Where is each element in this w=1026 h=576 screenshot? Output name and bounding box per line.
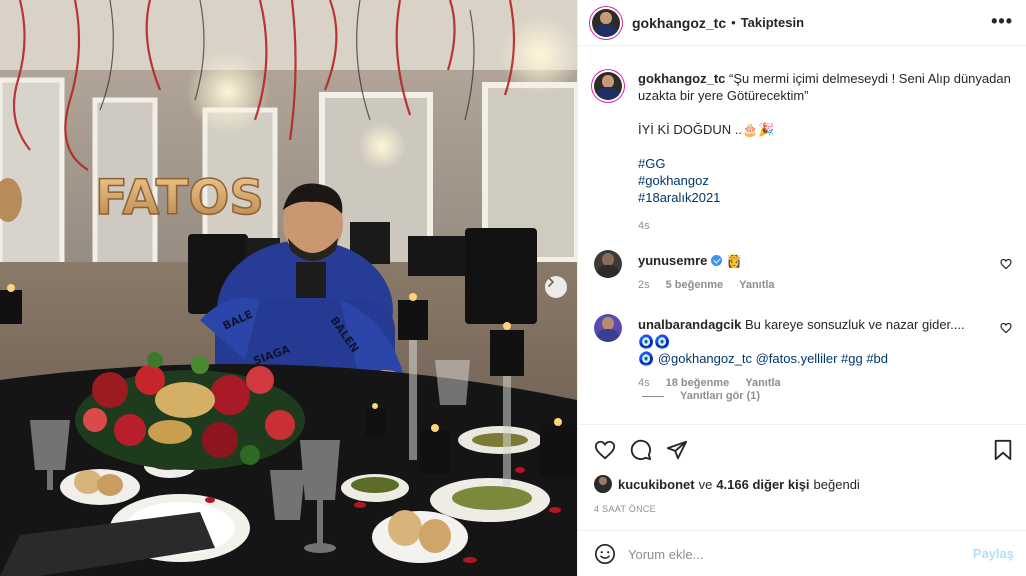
like-comment-heart-icon[interactable]	[1000, 258, 1012, 270]
view-replies-button[interactable]: Yanıtları gör (1)	[642, 390, 760, 402]
caption-avatar[interactable]	[594, 72, 622, 100]
verified-badge-icon	[711, 255, 723, 266]
comment-bubble-icon[interactable]	[630, 439, 652, 461]
comment-composer: Paylaş	[578, 530, 1026, 576]
post-sidebar: gokhangoz_tc • Takiptesin ••• gokhangoz_…	[577, 0, 1026, 576]
share-paper-plane-icon[interactable]	[666, 439, 688, 461]
heart-icon[interactable]	[594, 439, 616, 461]
replies-divider	[642, 395, 664, 397]
comment-likes[interactable]: 5 beğenme	[666, 277, 723, 294]
reply-button[interactable]: Yanıtla	[739, 277, 774, 294]
likes-summary: kucukibonet ve 4.166 diğer kişi beğendi	[594, 475, 860, 493]
post-actions: kucukibonet ve 4.166 diğer kişi beğendi …	[578, 424, 1026, 534]
caption-username[interactable]: gokhangoz_tc	[638, 71, 725, 86]
party-scene-illustration: FATOS BALE BALEN SIAGA	[0, 0, 577, 576]
author-username[interactable]: gokhangoz_tc	[632, 15, 726, 31]
comment-time[interactable]: 2s	[638, 277, 650, 294]
commenter-avatar[interactable]	[594, 250, 622, 278]
next-slide-button[interactable]	[545, 276, 567, 298]
balloon-letters: FATOS	[95, 170, 264, 226]
follow-status-button[interactable]: Takiptesin	[741, 15, 804, 30]
comment-input[interactable]	[628, 541, 958, 567]
header-separator: •	[731, 15, 736, 30]
commenter-username[interactable]: yunusemre	[638, 253, 707, 268]
commenter-avatar[interactable]	[594, 314, 622, 342]
comment-prefix: 🧿	[638, 351, 658, 366]
liker-username[interactable]: kucukibonet	[618, 477, 695, 492]
post-timestamp[interactable]: 4 SAAT ÖNCE	[594, 504, 656, 514]
caption-line2: İYİ Kİ DOĞDUN ..🎂🎉	[638, 122, 775, 137]
like-comment-heart-icon[interactable]	[1000, 322, 1012, 334]
post-header: gokhangoz_tc • Takiptesin •••	[578, 0, 1026, 46]
post-comment-button[interactable]: Paylaş	[973, 546, 1014, 561]
hashtag-link[interactable]: #GG	[638, 155, 1018, 172]
view-replies-label: Yanıtları gör (1)	[680, 390, 761, 402]
likes-count[interactable]: 4.166 diğer kişi	[716, 477, 809, 492]
comment-mentions[interactable]: @gokhangoz_tc @fatos.yelliler #gg #bd	[658, 351, 888, 366]
likes-suffix: beğendi	[813, 476, 860, 492]
chevron-right-icon	[548, 277, 554, 287]
emoji-smiley-icon[interactable]	[594, 543, 616, 565]
author-avatar[interactable]	[592, 8, 620, 37]
comments-list[interactable]: gokhangoz_tc “Şu mermi içimi delmeseydi …	[578, 46, 1026, 424]
post-photo[interactable]: FATOS BALE BALEN SIAGA	[0, 0, 577, 576]
caption-time[interactable]: 4s	[638, 218, 650, 235]
comment-text: 👸	[726, 253, 743, 268]
more-options-icon[interactable]: •••	[991, 12, 1013, 30]
hashtag-link[interactable]: #gokhangoz	[638, 172, 1018, 189]
liker-avatar[interactable]	[594, 475, 612, 493]
likes-connector: ve	[698, 476, 713, 492]
hashtag-link[interactable]: #18aralık2021	[638, 189, 1018, 206]
commenter-username[interactable]: unalbarandagcik	[638, 317, 741, 332]
bookmark-icon[interactable]	[993, 439, 1013, 461]
